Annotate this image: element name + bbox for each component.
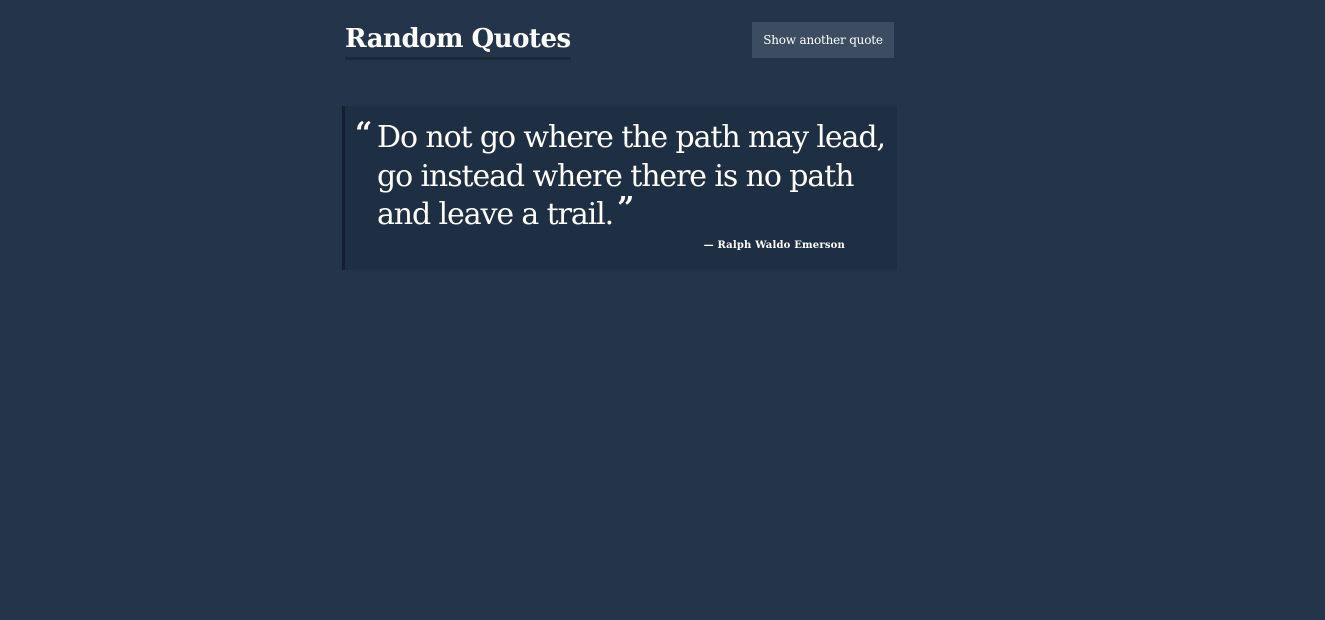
show-another-quote-button[interactable]: Show another quote [752, 22, 894, 58]
page-title: Random Quotes [345, 22, 571, 60]
quote-text-block: Do not go where the path may lead, go in… [377, 119, 889, 235]
header: Random Quotes Show another quote [342, 0, 897, 80]
open-quote-icon: “ [355, 116, 373, 151]
quote-author: — Ralph Waldo Emerson [703, 240, 845, 251]
app-container: Random Quotes Show another quote “ Do no… [342, 0, 897, 270]
quote-card: “ Do not go where the path may lead, go … [342, 106, 897, 270]
close-quote-icon: ” [617, 191, 634, 226]
